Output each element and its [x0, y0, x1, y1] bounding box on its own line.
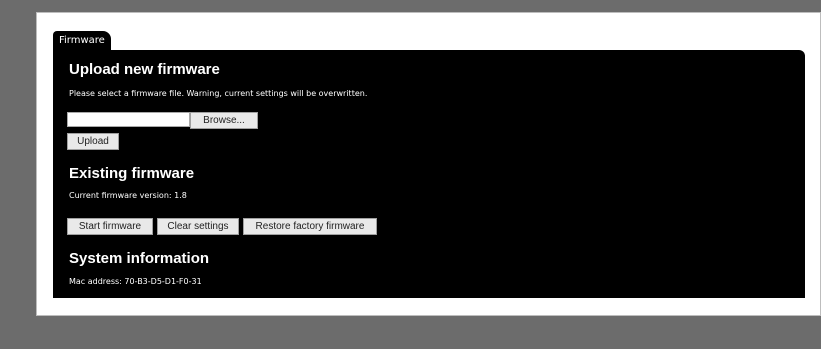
firmware-version-text: Current firmware version: 1.8 — [69, 191, 187, 200]
firmware-file-input[interactable] — [67, 112, 190, 127]
start-firmware-button[interactable]: Start firmware — [67, 218, 153, 235]
upload-section-title: Upload new firmware — [69, 61, 220, 78]
existing-section-title: Existing firmware — [69, 165, 195, 182]
upload-description: Please select a firmware file. Warning, … — [69, 89, 368, 98]
browse-button[interactable]: Browse... — [190, 112, 258, 129]
upload-button[interactable]: Upload — [67, 133, 119, 150]
firmware-panel: Upload new firmware Please select a firm… — [53, 50, 805, 298]
mac-address-text: Mac address: 70-B3-D5-D1-F0-31 — [69, 277, 202, 286]
tab-firmware[interactable]: Firmware — [53, 31, 111, 51]
system-section-title: System information — [69, 250, 210, 267]
clear-settings-button[interactable]: Clear settings — [157, 218, 239, 235]
restore-factory-firmware-button[interactable]: Restore factory firmware — [243, 218, 377, 235]
